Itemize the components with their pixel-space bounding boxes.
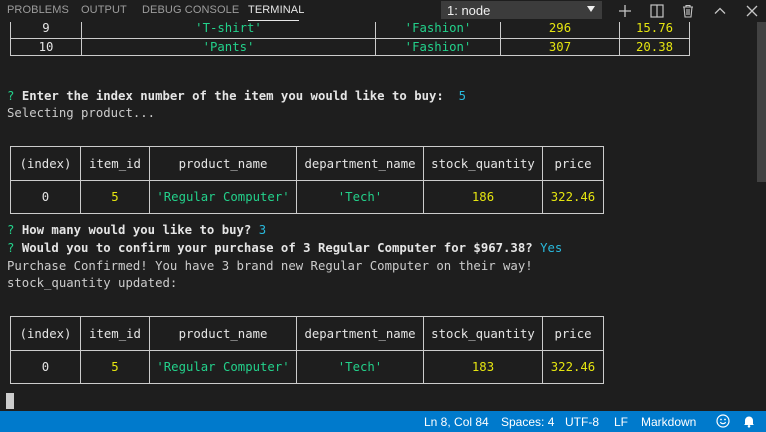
tab-terminal[interactable]: TERMINAL (248, 4, 304, 16)
prompt-line: ? Enter the index number of the item you… (7, 88, 466, 104)
table-header-row: (index) item_id product_name department_… (10, 316, 604, 351)
prompt-mark: ? (7, 89, 15, 103)
table-row: 10 'Pants' 'Fashion' 307 20.38 (10, 38, 690, 56)
encoding-setting[interactable]: UTF-8 (565, 415, 599, 429)
tab-output[interactable]: OUTPUT (81, 4, 127, 16)
confirm-line: Purchase Confirmed! You have 3 brand new… (7, 259, 533, 273)
table-cell-department: 'Tech' (296, 180, 424, 214)
plus-icon[interactable] (614, 0, 636, 22)
table-cell-index: 0 (10, 350, 81, 384)
language-mode[interactable]: Markdown (641, 415, 696, 429)
table-cell-stock: 296 (500, 22, 620, 39)
terminal-output[interactable]: 9 'T-shirt' 'Fashion' 296 15.76 10 'Pant… (0, 22, 766, 411)
table-cell-index: 0 (10, 180, 81, 214)
column-header: item_id (80, 146, 150, 181)
column-header: stock_quantity (423, 316, 543, 351)
terminal-scrollbar[interactable] (757, 22, 766, 182)
notifications-bell-icon[interactable] (742, 414, 756, 431)
table-cell-price: 15.76 (619, 22, 690, 39)
table-cell-department: 'Fashion' (375, 38, 501, 56)
prompt-line: ? How many would you like to buy? 3 (7, 222, 266, 238)
table-cell-product-name: 'Regular Computer' (149, 180, 297, 214)
table-row: 0 5 'Regular Computer' 'Tech' 186 322.46 (10, 180, 604, 214)
close-icon[interactable] (741, 0, 763, 22)
table-row: 9 'T-shirt' 'Fashion' 296 15.76 (10, 22, 690, 39)
terminal-select-dropdown[interactable]: 1: node (441, 1, 602, 19)
split-icon[interactable] (646, 0, 668, 22)
table-cell-stock: 186 (423, 180, 543, 214)
dropdown-arrow-icon (587, 6, 595, 12)
table-cell-stock: 307 (500, 38, 620, 56)
column-header: product_name (149, 316, 297, 351)
column-header: item_id (80, 316, 150, 351)
table-cell-department: 'Tech' (296, 350, 424, 384)
table-cell-item-id: 5 (80, 350, 150, 384)
panel-header: PROBLEMS OUTPUT DEBUG CONSOLE TERMINAL 1… (0, 0, 766, 22)
column-header: (index) (10, 316, 81, 351)
inventory-table-partial: 9 'T-shirt' 'Fashion' 296 15.76 10 'Pant… (10, 22, 690, 56)
product-table: (index) item_id product_name department_… (10, 146, 604, 214)
table-cell-stock: 183 (423, 350, 543, 384)
column-header: department_name (296, 316, 424, 351)
terminal-select-value: 1: node (447, 3, 491, 18)
table-cell-price: 322.46 (542, 180, 604, 214)
indentation-setting[interactable]: Spaces: 4 (501, 415, 554, 429)
prompt-line: ? Would you to confirm your purchase of … (7, 240, 562, 256)
table-cell-product-name: 'Regular Computer' (149, 350, 297, 384)
column-header: price (542, 316, 604, 351)
prompt-question: Would you to confirm your purchase of 3 … (21, 241, 533, 255)
table-cell-price: 322.46 (542, 350, 604, 384)
product-table-updated: (index) item_id product_name department_… (10, 316, 604, 384)
table-cell-department: 'Fashion' (375, 22, 501, 39)
eol-setting[interactable]: LF (614, 415, 628, 429)
prompt-mark: ? (7, 241, 15, 255)
tab-debug-console[interactable]: DEBUG CONSOLE (142, 4, 239, 16)
table-cell-product-name: 'T-shirt' (81, 22, 376, 39)
column-header: stock_quantity (423, 146, 543, 181)
table-cell-product-name: 'Pants' (81, 38, 376, 56)
prompt-answer: 5 (458, 89, 467, 103)
column-header: product_name (149, 146, 297, 181)
prompt-mark: ? (7, 223, 15, 237)
table-row: 0 5 'Regular Computer' 'Tech' 183 322.46 (10, 350, 604, 384)
active-tab-indicator (248, 20, 299, 21)
column-header: price (542, 146, 604, 181)
status-bar: Ln 8, Col 84 Spaces: 4 UTF-8 LF Markdown (0, 411, 766, 432)
table-cell-price: 20.38 (619, 38, 690, 56)
chevron-up-icon[interactable] (709, 0, 731, 22)
terminal-cursor (6, 393, 14, 409)
cursor-position[interactable]: Ln 8, Col 84 (424, 415, 489, 429)
table-cell-index: 9 (10, 22, 82, 39)
prompt-answer: Yes (540, 241, 563, 255)
updated-line: stock_quantity updated: (7, 276, 178, 290)
table-header-row: (index) item_id product_name department_… (10, 146, 604, 181)
feedback-smiley-icon[interactable] (716, 414, 730, 431)
prompt-question: How many would you like to buy? (21, 223, 252, 237)
trash-icon[interactable] (677, 0, 699, 22)
prompt-question: Enter the index number of the item you w… (21, 89, 444, 103)
column-header: (index) (10, 146, 81, 181)
prompt-answer: 3 (258, 223, 267, 237)
table-cell-item-id: 5 (80, 180, 150, 214)
table-cell-index: 10 (10, 38, 82, 56)
status-line: Selecting product... (7, 106, 156, 120)
column-header: department_name (296, 146, 424, 181)
tab-problems[interactable]: PROBLEMS (7, 4, 69, 16)
